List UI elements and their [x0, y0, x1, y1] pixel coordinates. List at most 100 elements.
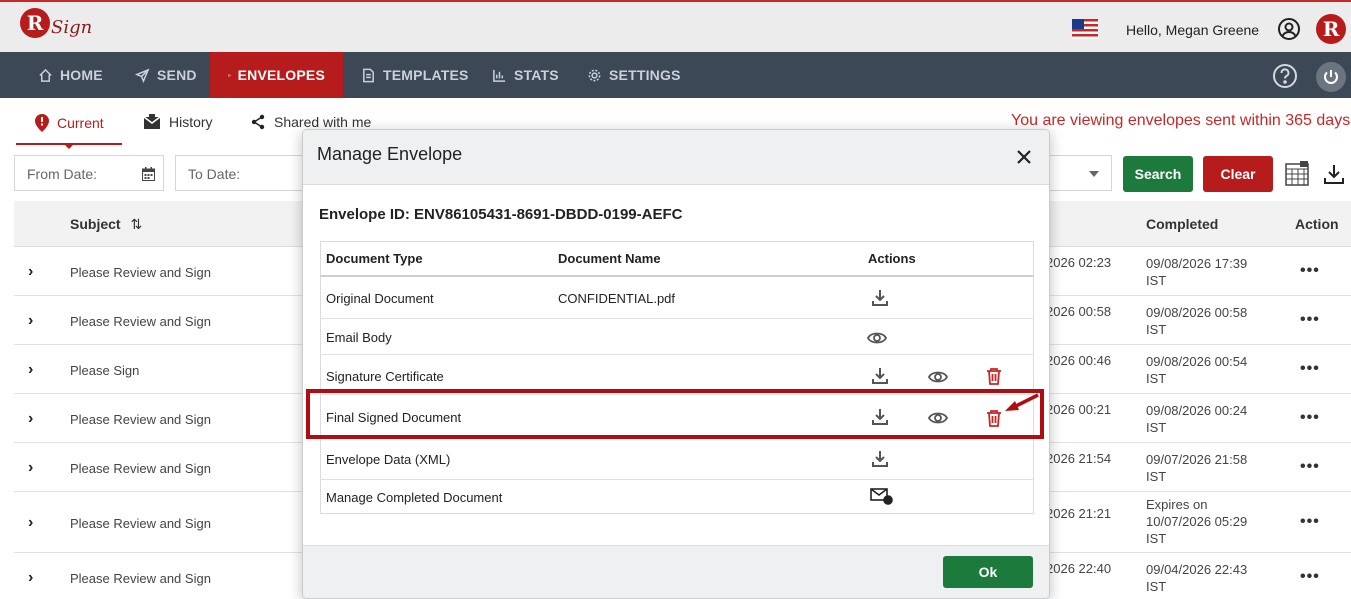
from-date-placeholder: From Date:	[27, 166, 98, 182]
status-dropdown[interactable]	[1040, 155, 1112, 191]
close-icon[interactable]	[1016, 149, 1032, 165]
expand-chevron-icon[interactable]: ›	[28, 410, 33, 428]
download-icon[interactable]	[870, 449, 890, 469]
row-sent-date: 2026 22:40	[1046, 561, 1112, 576]
search-button[interactable]: Search	[1123, 156, 1193, 192]
nav-stats-label: STATS	[514, 67, 559, 83]
row-subject: Please Review and Sign	[70, 571, 211, 586]
nav-templates-label: TEMPLATES	[383, 67, 469, 83]
gear-icon	[588, 69, 601, 81]
row-actions-menu-icon[interactable]: •••	[1300, 360, 1320, 378]
row-sent-date: 2026 21:54	[1046, 451, 1112, 466]
tab-current[interactable]: Current	[35, 114, 104, 132]
row-completed-date: 09/07/2026 21:58 IST	[1146, 452, 1248, 484]
expand-chevron-icon[interactable]: ›	[28, 312, 33, 330]
user-profile-icon[interactable]	[1277, 17, 1301, 41]
row-subject: Please Review and Sign	[70, 314, 211, 329]
modal-footer	[303, 545, 1049, 598]
delete-trash-icon[interactable]	[984, 366, 1004, 386]
ok-button[interactable]: Ok	[943, 556, 1033, 588]
send-icon	[135, 67, 150, 83]
row-divider	[320, 354, 1034, 355]
row-completed-date: 09/08/2026 00:24 IST	[1146, 403, 1248, 435]
nav-send-label: SEND	[157, 67, 197, 83]
row-divider	[320, 479, 1034, 480]
manage-mail-icon[interactable]	[870, 486, 894, 506]
view-eye-icon[interactable]	[867, 328, 887, 348]
expand-chevron-icon[interactable]: ›	[28, 514, 33, 532]
tab-history-label: History	[169, 114, 213, 130]
document-icon	[363, 68, 374, 82]
row-subject: Please Review and Sign	[70, 461, 211, 476]
chevron-down-icon	[1089, 171, 1099, 177]
share-icon	[251, 114, 265, 130]
to-date-field[interactable]: To Date:	[175, 155, 315, 191]
view-eye-icon[interactable]	[928, 367, 948, 387]
modal-title: Manage Envelope	[317, 144, 463, 164]
sort-icon[interactable]: ⇅	[130, 216, 142, 232]
nav-home[interactable]: HOME	[20, 52, 121, 98]
document-name-header: Document Name	[558, 251, 661, 266]
highlight-box	[306, 389, 1044, 439]
annotation-arrow-icon	[1005, 393, 1039, 411]
calendar-icon[interactable]	[142, 167, 155, 181]
nav-envelopes[interactable]: ENVELOPES	[210, 52, 343, 98]
row-sent-date: 2026 00:46	[1046, 353, 1112, 368]
nav-send[interactable]: SEND	[117, 52, 215, 98]
action-column-header: Action	[1295, 216, 1339, 232]
row-actions-menu-icon[interactable]: •••	[1300, 311, 1320, 329]
row-subject: Please Review and Sign	[70, 265, 211, 280]
expand-chevron-icon[interactable]: ›	[28, 569, 33, 587]
completed-column-header[interactable]: Completed	[1146, 216, 1218, 232]
expand-chevron-icon[interactable]: ›	[28, 459, 33, 477]
row-completed-date: 09/08/2026 17:39 IST	[1146, 256, 1248, 288]
download-icon[interactable]	[870, 288, 890, 308]
nav-templates[interactable]: TEMPLATES	[343, 52, 487, 98]
row-sent-date: 2026 00:58	[1046, 304, 1112, 319]
subject-column-header[interactable]: Subject ⇅	[70, 216, 142, 233]
help-icon[interactable]	[1272, 63, 1298, 89]
document-type-header: Document Type	[326, 251, 423, 266]
row-actions-menu-icon[interactable]: •••	[1300, 568, 1320, 586]
tab-history[interactable]: History	[143, 114, 213, 130]
export-download-icon[interactable]	[1323, 163, 1345, 185]
nav-settings-label: SETTINGS	[609, 67, 681, 83]
document-type-cell: Email Body	[326, 330, 392, 345]
subject-header-label: Subject	[70, 216, 121, 232]
tab-shared-label: Shared with me	[274, 114, 372, 130]
active-tab-caret	[63, 143, 75, 149]
document-type-cell: Manage Completed Document	[326, 490, 503, 505]
brand-avatar-icon[interactable]: R	[1316, 14, 1346, 44]
document-name-cell: CONFIDENTIAL.pdf	[558, 291, 676, 306]
clear-button[interactable]: Clear	[1203, 156, 1273, 192]
expand-chevron-icon[interactable]: ›	[28, 361, 33, 379]
nav-settings[interactable]: SETTINGS	[569, 52, 699, 98]
row-sent-date: 2026 00:21	[1046, 402, 1112, 417]
spreadsheet-icon[interactable]	[1284, 161, 1310, 187]
tab-current-label: Current	[57, 115, 104, 131]
to-date-placeholder: To Date:	[188, 166, 241, 182]
row-subject: Please Review and Sign	[70, 412, 211, 427]
envelope-icon	[228, 74, 231, 76]
user-greeting: Hello, Megan Greene	[1126, 22, 1260, 38]
location-pin-icon	[35, 114, 49, 132]
row-sent-date: 2026 21:21	[1046, 506, 1112, 521]
rsign-logo[interactable]: R Sign	[20, 8, 92, 38]
download-icon[interactable]	[870, 366, 890, 386]
row-subject: Please Review and Sign	[70, 516, 211, 531]
us-flag-icon[interactable]	[1072, 19, 1098, 39]
from-date-field[interactable]: From Date:	[14, 155, 164, 191]
row-completed-date: 09/08/2026 00:58 IST	[1146, 305, 1248, 337]
expand-chevron-icon[interactable]: ›	[28, 263, 33, 281]
row-actions-menu-icon[interactable]: •••	[1300, 458, 1320, 476]
history-mail-icon	[143, 114, 161, 129]
power-icon	[1324, 70, 1338, 84]
row-actions-menu-icon[interactable]: •••	[1300, 409, 1320, 427]
main-nav: HOME SEND ENVELOPES TEMPLATES STATS SETT…	[0, 52, 1351, 98]
row-completed-date: 09/08/2026 00:54 IST	[1146, 354, 1248, 386]
row-actions-menu-icon[interactable]: •••	[1300, 262, 1320, 280]
nav-stats[interactable]: STATS	[474, 52, 577, 98]
logout-button[interactable]	[1316, 62, 1346, 92]
tab-shared[interactable]: Shared with me	[250, 114, 371, 130]
row-actions-menu-icon[interactable]: •••	[1300, 513, 1320, 531]
